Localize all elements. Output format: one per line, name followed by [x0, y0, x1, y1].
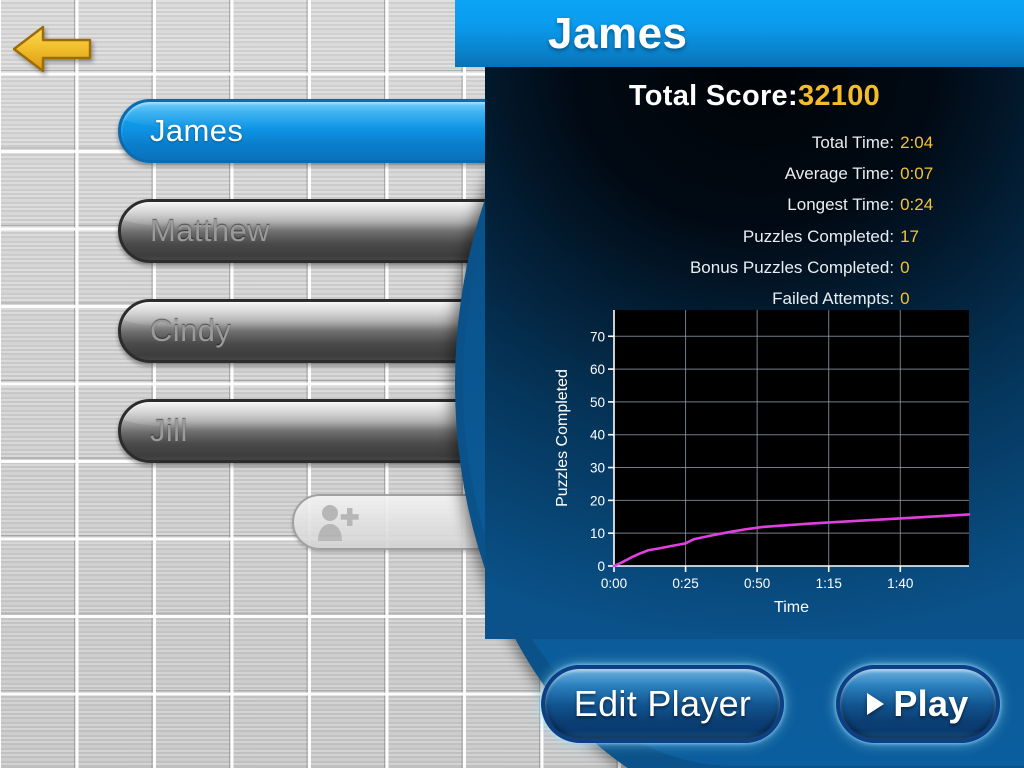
svg-text:20: 20: [590, 493, 605, 508]
svg-text:60: 60: [590, 362, 605, 377]
table-row: Puzzles Completed: 17: [555, 221, 955, 252]
player-name-label: Cindy: [150, 313, 232, 348]
svg-text:0: 0: [597, 559, 605, 574]
svg-text:0:50: 0:50: [744, 576, 770, 591]
stats-body: Total Score:32100 Total Time: 2:04 Avera…: [485, 67, 1024, 639]
total-score-label: Total Score:: [628, 80, 798, 112]
table-row: Bonus Puzzles Completed: 0: [555, 252, 955, 283]
player-name-label: James: [150, 113, 244, 148]
svg-text:70: 70: [590, 329, 605, 344]
stat-value: 17: [900, 226, 919, 246]
play-button[interactable]: Play: [836, 665, 1000, 743]
play-label: Play: [893, 683, 969, 724]
player-name-label: Matthew: [150, 213, 270, 248]
svg-text:50: 50: [590, 395, 605, 410]
progress-chart: 0 10 20 30 40 50 60 70 0:00 0:25 0:50 1:15 1:40 Time P…: [551, 302, 971, 622]
stat-value: 0: [900, 257, 910, 277]
game-screen: James Matthew Cindy Jill James Total Sco…: [0, 0, 1024, 768]
stat-value: 2:04: [900, 133, 934, 152]
svg-text:10: 10: [590, 526, 605, 541]
table-row: Longest Time: 0:24: [555, 189, 955, 220]
stats-table: Total Time: 2:04 Average Time: 0:07 Long…: [555, 127, 955, 314]
table-row: Total Time: 2:04: [555, 127, 955, 158]
stat-value: 0:24: [900, 195, 934, 215]
svg-text:1:40: 1:40: [887, 576, 913, 591]
svg-text:Puzzles Completed: Puzzles Completed: [554, 369, 571, 507]
svg-text:0:00: 0:00: [601, 576, 627, 591]
svg-text:30: 30: [590, 461, 605, 476]
panel-header: James: [455, 0, 1024, 67]
stat-label: Longest Time:: [787, 195, 895, 215]
svg-text:Time: Time: [774, 599, 809, 616]
back-arrow-icon[interactable]: [11, 24, 93, 74]
table-row: Average Time: 0:07: [555, 158, 955, 189]
stat-value: 0:07: [900, 164, 934, 184]
svg-text:0:25: 0:25: [672, 576, 698, 591]
stat-label: Total Time:: [811, 133, 895, 152]
progress-chart-svg: 0 10 20 30 40 50 60 70 0:00 0:25 0:50 1:15 1:40 Time P…: [554, 310, 971, 616]
play-triangle-icon: [867, 693, 885, 715]
stat-label: Bonus Puzzles Completed:: [689, 257, 895, 277]
total-score-value: 32100: [797, 80, 881, 112]
edit-player-label: Edit Player: [573, 683, 752, 724]
svg-text:1:15: 1:15: [816, 576, 842, 591]
total-score-row: Total Score:32100: [485, 80, 1024, 113]
page-title: James: [548, 8, 688, 58]
edit-player-button[interactable]: Edit Player: [541, 665, 784, 743]
stat-label: Puzzles Completed:: [742, 226, 895, 246]
svg-text:40: 40: [590, 428, 605, 443]
stat-label: Average Time:: [784, 164, 895, 184]
player-name-label: Jill: [150, 413, 188, 448]
panel-content: James Total Score:32100 Total Time: 2:04…: [455, 0, 1024, 768]
add-person-icon: [318, 505, 359, 541]
